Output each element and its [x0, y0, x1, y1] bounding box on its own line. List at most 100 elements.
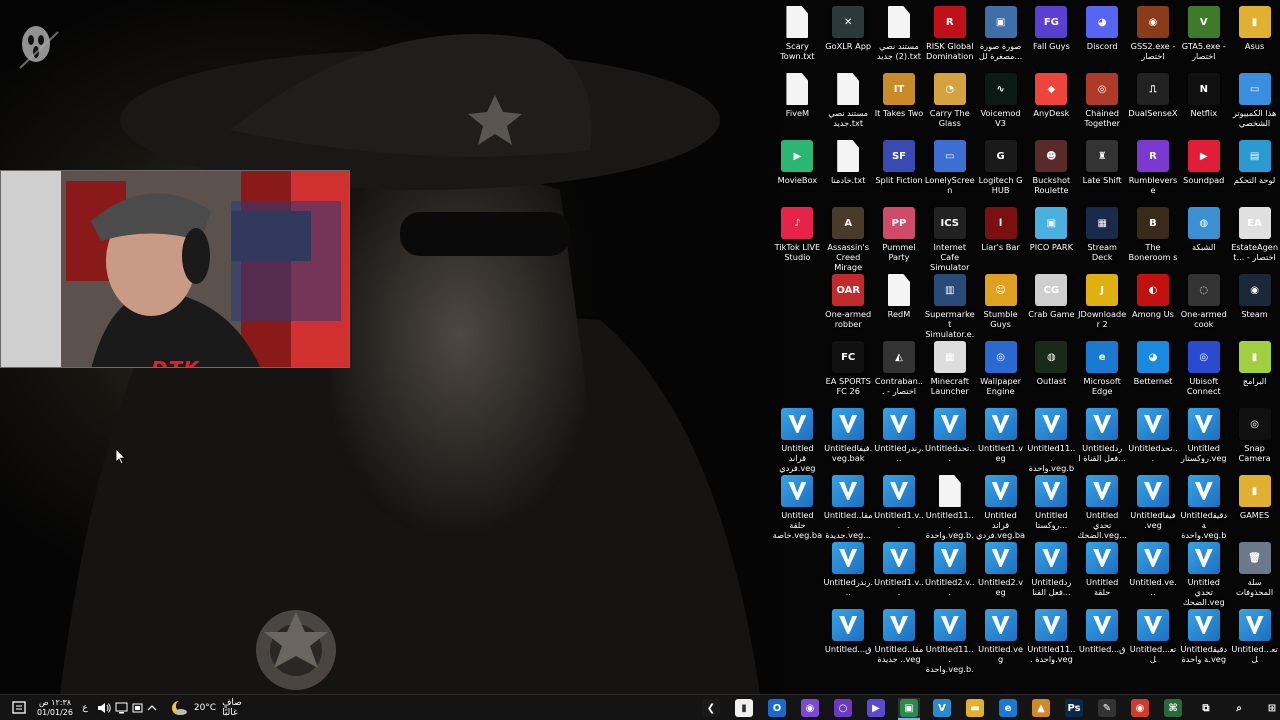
input-language-indicator[interactable]: ع — [80, 698, 90, 718]
desktop-icon[interactable]: Untitled حلقة خاصة.veg.bak — [772, 473, 823, 540]
desktop-icon[interactable]: RedM — [874, 272, 925, 339]
desktop-icon[interactable]: ◆ AnyDesk — [1026, 71, 1077, 138]
desktop-icon[interactable]: IT It Takes Two — [874, 71, 925, 138]
desktop-icon[interactable]: Untitledرد فعل القنا... — [1026, 540, 1077, 607]
desktop-icon[interactable]: EA EstateAgent... - اختصار — [1229, 205, 1280, 272]
desktop-icon[interactable]: ICSInternet Cafe Simulator 2... — [924, 205, 975, 272]
desktop-icon[interactable]: ◌ One-armed cook — [1178, 272, 1229, 339]
desktop-icon[interactable]: ▣ صورة صورة مصغرة لل... — [975, 4, 1026, 71]
desktop-icon[interactable]: ▭ LonelyScreen — [924, 138, 975, 205]
desktop-icon[interactable]: ◉ Steam — [1229, 272, 1280, 339]
taskbar-app-media-player[interactable]: ▶ — [865, 698, 887, 718]
taskbar-app-search[interactable]: ⌕ — [1228, 698, 1250, 718]
desktop-icon[interactable]: Untitled11... واحدة.veg — [1026, 607, 1077, 674]
desktop-icon[interactable]: ◔ Carry The Glass — [924, 71, 975, 138]
desktop-icon[interactable]: ▶ Soundpad — [1178, 138, 1229, 205]
desktop-icon[interactable]: ♪ TikTok LIVE Studio — [772, 205, 823, 272]
desktop-icon[interactable]: ◎ Chained Together — [1077, 71, 1128, 138]
desktop-icon[interactable]: OAR One-armed robber — [823, 272, 874, 339]
desktop-icon[interactable]: ▮ البرامج — [1229, 339, 1280, 406]
taskbar-app-photoshop[interactable]: Ps — [1063, 698, 1085, 718]
taskbar-app-teamviewer[interactable]: ❮ — [700, 698, 722, 718]
desktop-icon[interactable]: ◎ Ubisoft Connect — [1178, 339, 1229, 406]
desktop-icon[interactable]: J JDownloader 2 — [1077, 272, 1128, 339]
taskbar-app-outlook[interactable]: O — [766, 698, 788, 718]
desktop-icon[interactable]: ▮ GAMES — [1229, 473, 1280, 540]
desktop-icon[interactable]: Untitled2.veg — [975, 540, 1026, 607]
volume-icon[interactable] — [96, 698, 112, 718]
taskbar-app-app-orange[interactable]: ▲ — [1030, 698, 1052, 718]
desktop-icon[interactable]: ☺ Stumble Guys — [975, 272, 1026, 339]
desktop-icon[interactable]: ◭ Contraban... - اختصار — [874, 339, 925, 406]
desktop-icon[interactable]: ◎ Wallpaper Engine — [975, 339, 1026, 406]
desktop-icon[interactable]: Untitledمقا... جديدة.veg... — [823, 473, 874, 540]
desktop-icon[interactable]: Untitledتحد... — [924, 406, 975, 473]
desktop-icon[interactable]: Untitled تحدي الضحك.veg — [1178, 540, 1229, 607]
notification-center-button[interactable] — [10, 698, 28, 718]
desktop-icon[interactable]: ⎍ DualSenseX — [1128, 71, 1179, 138]
taskbar-app-app-mail[interactable]: ✎ — [1096, 698, 1118, 718]
desktop-icon[interactable]: SF Split Fiction — [874, 138, 925, 205]
desktop-icon[interactable]: Untitled.veg — [975, 607, 1026, 674]
desktop-icon[interactable]: ▮ Asus — [1229, 4, 1280, 71]
desktop-icon[interactable]: Untitled11... واحدة.veg.bak — [1026, 406, 1077, 473]
desktop-icon[interactable]: FC EA SPORTS FC 26 — [823, 339, 874, 406]
desktop-icon[interactable]: ▤ لوحة التحكم — [1229, 138, 1280, 205]
desktop-icon[interactable]: ✕ GoXLR App — [823, 4, 874, 71]
desktop-icon[interactable]: R RISK Global Domination — [924, 4, 975, 71]
taskbar-app-app-active[interactable]: ▣ — [898, 698, 920, 720]
desktop-icon[interactable]: ◎ Snap Camera — [1229, 406, 1280, 473]
desktop-icon[interactable]: ♜ Late Shift — [1077, 138, 1128, 205]
desktop-icon[interactable]: ▭ هذا الكمبيوتر الشخصي — [1229, 71, 1280, 138]
taskbar-app-notepad[interactable]: ▮ — [733, 698, 755, 718]
desktop-icon[interactable]: Untitled1.veg — [975, 406, 1026, 473]
clock[interactable]: ١٢:٣٨ ص 01/01/26 — [34, 698, 76, 718]
desktop-icon[interactable]: Untitled روكستا... — [1026, 473, 1077, 540]
desktop-icon[interactable]: Scary Town.txt — [772, 4, 823, 71]
desktop-icon[interactable]: 🗑 سلة المحذوفات — [1229, 540, 1280, 607]
taskbar-app-cortana[interactable]: ○ — [832, 698, 854, 718]
desktop-icon[interactable]: Untitled2.v... — [924, 540, 975, 607]
desktop-icon[interactable]: Untitled11... واحدة.veg.b... — [924, 607, 975, 674]
taskbar-app-start[interactable]: ⊞ — [1261, 698, 1280, 718]
desktop-icon[interactable]: Untitled...تعل — [1229, 607, 1280, 674]
desktop-icon[interactable]: ◍ الشبكة — [1178, 205, 1229, 272]
desktop-icon[interactable]: Untitledفيفا .veg — [1128, 473, 1179, 540]
desktop-icon[interactable]: Untitledدقيقة واحدة.veg — [1178, 607, 1229, 674]
desktop-icon[interactable]: Untitledرندر... — [823, 540, 874, 607]
desktop-icon[interactable]: Untitledرد فعل القناة ا... — [1077, 406, 1128, 473]
desktop-icon[interactable]: N Netflix — [1178, 71, 1229, 138]
desktop-icon[interactable]: l Liar's Bar — [975, 205, 1026, 272]
desktop-icon[interactable]: مستند نصي جديد.txt — [823, 71, 874, 138]
desktop-icon[interactable]: A Assassin's Creed Mirage — [823, 205, 874, 272]
taskbar-app-file-explorer[interactable]: ▬ — [964, 698, 986, 718]
desktop-icon[interactable]: Untitled تحدي الضحك.veg... — [1077, 473, 1128, 540]
desktop-icon[interactable]: Untitledرندر... — [874, 406, 925, 473]
taskbar-app-app-green[interactable]: ⌘ — [1162, 698, 1184, 718]
desktop-icon[interactable]: Untitled قراند فردي.veg — [772, 406, 823, 473]
desktop-icon[interactable]: ▦ Stream Deck — [1077, 205, 1128, 272]
desktop-icon[interactable]: Untitled...ق — [823, 607, 874, 674]
desktop-icon[interactable]: PP Pummel Party — [874, 205, 925, 272]
desktop-icon[interactable]: Untitled حلقة خاصة.veg — [1077, 540, 1128, 607]
battery-icon[interactable] — [130, 698, 144, 718]
desktop-icon[interactable]: Untitledتحد... — [1128, 406, 1179, 473]
desktop-icon[interactable]: Untitled.ve... — [1128, 540, 1179, 607]
desktop-icon[interactable]: ◐ Among Us — [1128, 272, 1179, 339]
taskbar-app-app-purple[interactable]: ◉ — [799, 698, 821, 718]
desktop-icon[interactable]: ▶ MovieBox — [772, 138, 823, 205]
desktop-icon[interactable]: B The Boneroom s — [1128, 205, 1179, 272]
desktop-icon[interactable]: خادمنا.txt — [823, 138, 874, 205]
taskbar-app-edge[interactable]: e — [997, 698, 1019, 718]
desktop-icon[interactable]: e Microsoft Edge — [1077, 339, 1128, 406]
desktop-icon[interactable]: Untitled1.v... — [874, 473, 925, 540]
desktop-icon[interactable]: G Logitech G HUB — [975, 138, 1026, 205]
desktop-icon[interactable]: V GTA5.exe - اختصار — [1178, 4, 1229, 71]
desktop-icon[interactable]: Untitledفيفا.veg.bak — [823, 406, 874, 473]
network-icon[interactable] — [114, 698, 128, 718]
desktop-icon[interactable]: Untitled قراند فردي.veg.bak — [975, 473, 1026, 540]
desktop-icon[interactable]: مستند نصي (2) جديد.txt — [874, 4, 925, 71]
desktop-icon[interactable]: R Rumbleverse — [1128, 138, 1179, 205]
desktop-icon[interactable]: ☻ Buckshot Roulette — [1026, 138, 1077, 205]
weather-widget[interactable]: 20°C صافٍ غالبًا — [170, 698, 260, 718]
